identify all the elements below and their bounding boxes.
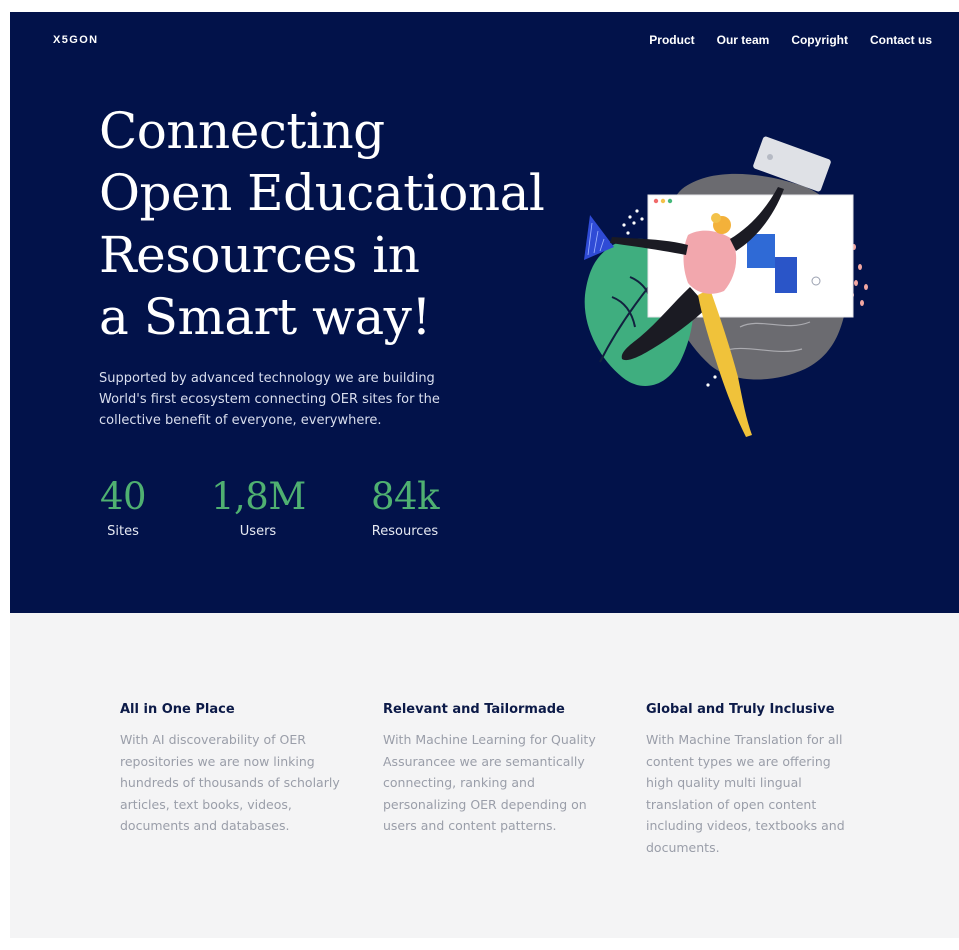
main-nav: Product Our team Copyright Contact us [649,33,932,47]
hero-title-line: a Smart way! [99,288,432,346]
blue-card-shape [775,257,797,293]
stat-label: Sites [107,524,139,539]
nav-contact-us[interactable]: Contact us [870,33,932,47]
brand-logo[interactable]: X5GON [53,34,99,46]
hero-description: Supported by advanced technology we are … [99,371,440,428]
stats-row: 40 Sites 1,8M Users 84k Resources [10,474,610,574]
page: X5GON Product Our team Copyright Contact… [10,12,959,938]
feature-title: All in One Place [120,702,235,717]
nav-product[interactable]: Product [649,33,694,47]
stat-users: 1,8M Users [211,474,306,539]
stat-value: 1,8M [211,475,306,518]
stat-value: 84k [370,475,440,518]
features-section: All in One Place With AI discoverability… [10,613,959,938]
stat-resources: 84k Resources [368,474,442,539]
feature-text: With AI discoverability of OER repositor… [120,732,340,833]
stat-value: 40 [99,475,147,518]
person-torso [683,230,737,294]
feature-title: Relevant and Tailormade [383,702,565,717]
feature-global-and-truly-inclusive: Global and Truly Inclusive With Machine … [646,702,861,858]
feature-all-in-one-place: All in One Place With AI discoverability… [120,702,350,837]
hero-title-line: Connecting [99,102,385,160]
stat-sites: 40 Sites [99,474,147,539]
feature-text: With Machine Learning for Quality Assura… [383,732,596,833]
nav-copyright[interactable]: Copyright [791,33,848,47]
person-hair-bun [711,213,721,223]
feature-relevant-and-tailormade: Relevant and Tailormade With Machine Lea… [383,702,613,837]
hero-illustration [570,127,890,437]
feature-title: Global and Truly Inclusive [646,702,835,717]
hero-title-line: Open Educational [99,164,545,222]
hero-title: Connecting Open Educational Resources in… [99,100,569,348]
hero-section: X5GON Product Our team Copyright Contact… [10,12,959,613]
nav-our-team[interactable]: Our team [717,33,770,47]
person-reaching-browser-illustration [584,136,868,437]
hero-title-line: Resources in [99,226,420,284]
stat-label: Resources [371,524,439,539]
stat-label: Users [239,524,277,539]
feature-text: With Machine Translation for all content… [646,732,845,855]
